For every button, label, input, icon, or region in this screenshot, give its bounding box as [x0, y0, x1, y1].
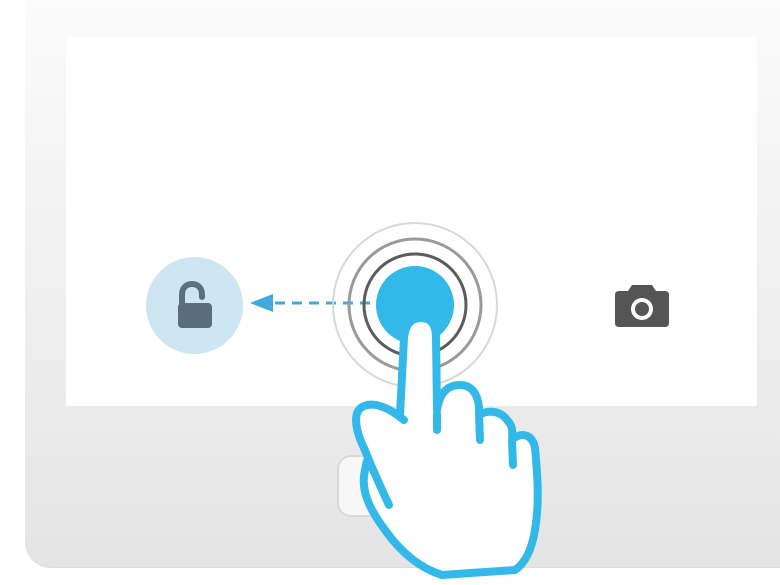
gesture-overlay	[250, 222, 542, 579]
hand-pointer-icon	[352, 314, 542, 579]
lock-screen-illustration	[0, 0, 780, 585]
